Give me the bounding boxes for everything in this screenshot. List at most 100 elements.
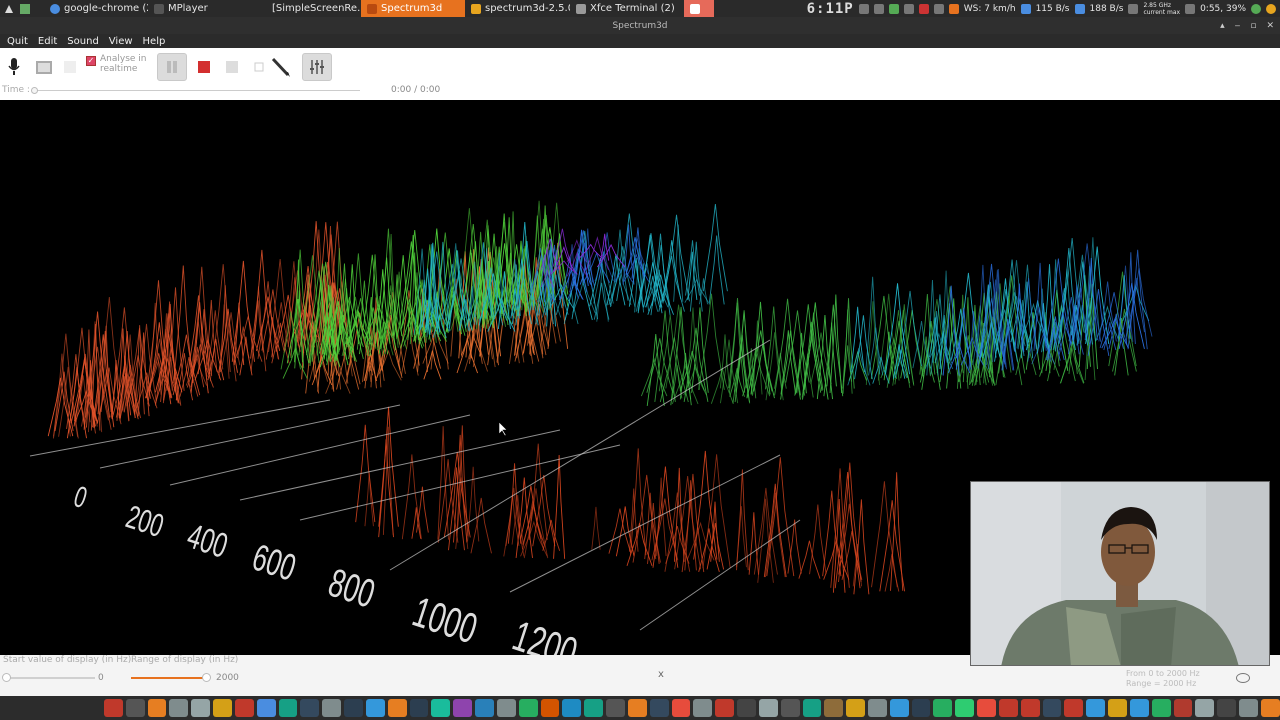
folder-icon[interactable]: [191, 699, 211, 717]
chrome-icon[interactable]: [256, 699, 276, 717]
printer-icon[interactable]: [1108, 699, 1127, 717]
terminal-icon[interactable]: [125, 699, 145, 717]
pause-button[interactable]: [157, 53, 187, 81]
stop-button[interactable]: [190, 53, 218, 81]
start-value-slider[interactable]: [5, 677, 95, 679]
calculator-icon[interactable]: [518, 699, 538, 717]
firefox-icon[interactable]: [147, 699, 167, 717]
folder-alt-icon[interactable]: [846, 699, 865, 717]
file-icon[interactable]: [1129, 699, 1149, 717]
monitor-tray-icon[interactable]: [858, 3, 869, 14]
open-file-button[interactable]: [30, 53, 58, 81]
record-icon[interactable]: [918, 3, 929, 14]
texmaker-icon[interactable]: [562, 699, 582, 717]
inkscape-icon[interactable]: [409, 699, 429, 717]
gimp-icon[interactable]: [453, 699, 473, 717]
keyring-icon[interactable]: [1195, 699, 1215, 717]
chrome-icon: [50, 3, 60, 14]
system-icon[interactable]: [1239, 699, 1258, 717]
download-icon[interactable]: [889, 699, 909, 717]
microphone-button[interactable]: [0, 53, 28, 81]
applications-menu[interactable]: [0, 0, 44, 17]
minimize-icon[interactable]: ‒: [1235, 21, 1241, 31]
hash-icon[interactable]: [1042, 699, 1062, 717]
close-x-button[interactable]: x: [658, 669, 664, 680]
update-icon[interactable]: [1251, 3, 1261, 14]
clock[interactable]: 6:11P: [807, 1, 854, 17]
bluetooth-icon[interactable]: [365, 699, 385, 717]
maximize-icon[interactable]: ▫: [1250, 21, 1256, 31]
messaging-icon[interactable]: [671, 699, 691, 717]
radio-icon[interactable]: [758, 699, 778, 717]
terminal-green-icon[interactable]: [1151, 699, 1171, 717]
library-icon[interactable]: [693, 699, 713, 717]
red-app-icon[interactable]: [234, 699, 254, 717]
volume-icon[interactable]: [903, 3, 914, 14]
task-recorder[interactable]: [SimpleScreenRe...: [266, 0, 361, 17]
range-slider-handle[interactable]: [202, 673, 211, 682]
editor-icon[interactable]: [540, 699, 560, 717]
record-button[interactable]: [218, 53, 246, 81]
menu-help[interactable]: Help: [138, 36, 171, 47]
equalizer-button[interactable]: [302, 53, 332, 81]
hexchat-icon[interactable]: [300, 699, 320, 717]
menu-sound[interactable]: Sound: [62, 36, 104, 47]
task-mplayer[interactable]: MPlayer: [148, 0, 266, 17]
clipboard-icon[interactable]: [933, 3, 944, 14]
time-slider-track[interactable]: [32, 90, 360, 91]
archive-icon[interactable]: [824, 699, 844, 717]
blender-icon[interactable]: [387, 699, 407, 717]
frequency-gridlines: [29, 339, 801, 631]
skype-icon[interactable]: [1086, 699, 1106, 717]
pocket-icon[interactable]: [715, 699, 735, 717]
steam-icon[interactable]: [911, 699, 931, 717]
filezilla-icon[interactable]: [998, 699, 1018, 717]
task-archive[interactable]: spectrum3d-2.5.0...: [465, 0, 570, 17]
shield-icon[interactable]: [867, 699, 887, 717]
notes-icon[interactable]: [322, 699, 342, 717]
vlc-icon[interactable]: [1260, 699, 1280, 717]
battery-tray-icon[interactable]: [888, 3, 899, 14]
battery-icon[interactable]: [1185, 3, 1196, 14]
monitor-icon[interactable]: [1217, 699, 1237, 717]
task-terminal[interactable]: Xfce Terminal (2): [570, 0, 676, 17]
opera-icon[interactable]: [1020, 699, 1040, 717]
arduino-icon[interactable]: [278, 699, 298, 717]
network-icon[interactable]: [431, 699, 451, 717]
firefox-alt-icon[interactable]: [627, 699, 647, 717]
menu-view[interactable]: View: [104, 36, 138, 47]
bittorrent-icon[interactable]: [1064, 699, 1084, 717]
checkbox-icon[interactable]: ✓: [86, 56, 96, 66]
wine-icon[interactable]: [1173, 699, 1193, 717]
adobe-reader-icon[interactable]: [104, 699, 123, 717]
terminal-alt-icon[interactable]: [802, 699, 822, 717]
photo-icon[interactable]: [475, 699, 494, 717]
folder-green-icon[interactable]: [955, 699, 975, 717]
time-slider-handle[interactable]: [31, 87, 38, 94]
media-icon[interactable]: [344, 699, 363, 717]
menu-quit[interactable]: Quit: [2, 36, 33, 47]
document-icon[interactable]: [213, 699, 232, 717]
pen-button[interactable]: [266, 53, 294, 81]
chat-icon[interactable]: [780, 699, 800, 717]
settings-icon[interactable]: [496, 699, 516, 717]
task-extra[interactable]: [684, 0, 714, 17]
menu-edit[interactable]: Edit: [33, 36, 62, 47]
close-icon[interactable]: ✕: [1266, 21, 1274, 31]
files-icon[interactable]: [169, 699, 189, 717]
zoom-icon[interactable]: [1236, 673, 1250, 683]
weather-icon[interactable]: [948, 3, 959, 14]
power-icon[interactable]: [1266, 3, 1276, 14]
analyse-realtime-toggle[interactable]: ✓ Analyse in realtime: [86, 54, 152, 74]
task-spectrum3d[interactable]: Spectrum3d: [361, 0, 465, 17]
camera-icon[interactable]: [737, 699, 756, 717]
android-icon[interactable]: [977, 699, 996, 717]
start-value-handle[interactable]: [2, 673, 11, 682]
wifi-icon[interactable]: [873, 3, 884, 14]
audio-icon[interactable]: [584, 699, 604, 717]
hexchat-alt-icon[interactable]: [649, 699, 669, 717]
keep-above-icon[interactable]: ▴: [1220, 21, 1225, 31]
launcher-icon[interactable]: [606, 699, 625, 717]
network-alt-icon[interactable]: [933, 699, 953, 717]
task-chrome[interactable]: google-chrome (2): [44, 0, 148, 17]
